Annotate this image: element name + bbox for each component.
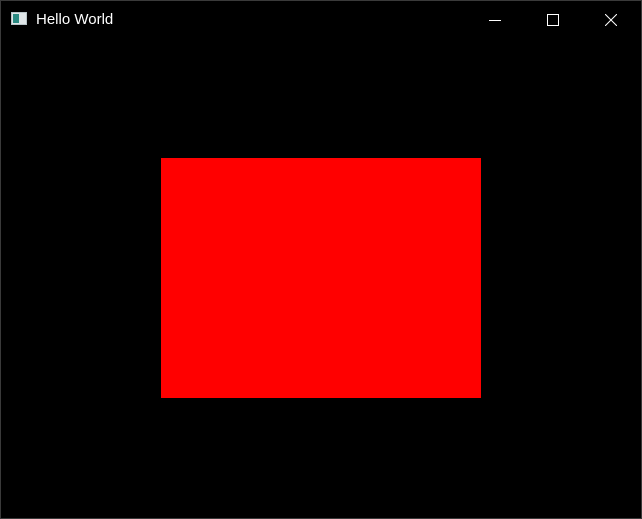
close-button[interactable] bbox=[582, 1, 640, 38]
minimize-button[interactable] bbox=[466, 1, 524, 38]
app-window: Hello World bbox=[0, 0, 642, 519]
title-bar[interactable]: Hello World bbox=[1, 1, 641, 38]
window-app-icon[interactable] bbox=[11, 12, 27, 25]
minimize-icon bbox=[489, 19, 501, 21]
window-title: Hello World bbox=[36, 11, 114, 28]
maximize-icon bbox=[547, 13, 559, 26]
red-rectangle bbox=[161, 158, 481, 398]
maximize-button[interactable] bbox=[524, 1, 582, 38]
render-canvas[interactable] bbox=[1, 38, 641, 518]
close-icon bbox=[605, 13, 617, 26]
